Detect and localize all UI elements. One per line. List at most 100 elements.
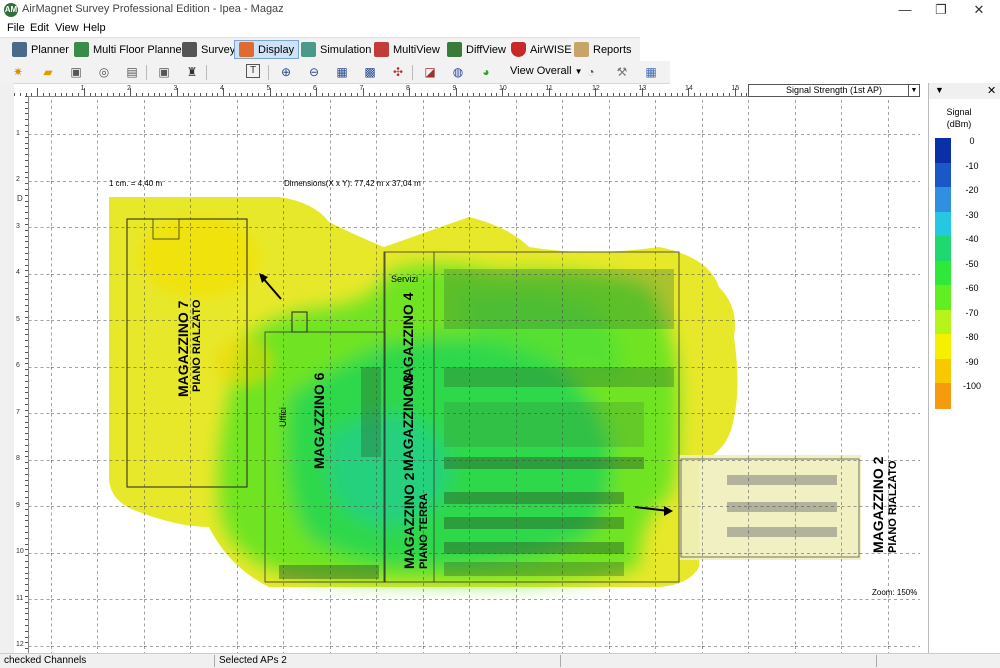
ruler-tick xyxy=(293,93,294,96)
ruler-tick xyxy=(682,93,684,96)
ruler-tick xyxy=(386,93,387,96)
multi-floor-icon xyxy=(74,42,89,57)
simulation-icon xyxy=(301,42,316,57)
ruler-tick xyxy=(717,93,719,96)
status-divider xyxy=(560,655,561,667)
ruler-tick xyxy=(25,136,28,138)
survey-button[interactable]: Survey xyxy=(178,40,239,59)
ruler-icon[interactable]: ◪ xyxy=(422,64,438,80)
ruler-tick xyxy=(234,93,236,96)
legend-label: 0 xyxy=(969,136,975,146)
ruler-tick xyxy=(624,93,626,96)
ruler-tick xyxy=(728,93,730,96)
ruler-tick xyxy=(391,93,393,96)
print-icon[interactable]: ▤ xyxy=(124,64,140,80)
ap-icon[interactable]: ◕ xyxy=(478,64,494,80)
zoom-fit-icon[interactable]: ▦ xyxy=(334,64,350,80)
ruler-tick xyxy=(25,636,28,638)
ruler-tick xyxy=(566,93,568,96)
menu-edit[interactable]: Edit xyxy=(30,22,49,34)
floorplan-canvas[interactable]: 1 cm. = 4,40 m Dimensions(X x Y): 77,42 … xyxy=(29,97,920,653)
airwise-label: AirWISE xyxy=(530,43,572,56)
ruler-tick xyxy=(374,93,376,96)
ruler-tick xyxy=(25,165,28,167)
zoom-in-icon[interactable]: ⊕ xyxy=(278,64,294,80)
ruler-tick xyxy=(136,93,138,96)
close-icon[interactable]: ✕ xyxy=(960,0,998,20)
menu-help[interactable]: Help xyxy=(83,22,106,34)
target-icon[interactable]: ◎ xyxy=(96,64,112,80)
ruler-tick xyxy=(508,93,510,96)
open-folder-icon[interactable]: ▰ xyxy=(40,64,56,80)
planner-button[interactable]: Planner xyxy=(8,40,73,59)
globe-icon[interactable]: ◍ xyxy=(450,64,466,80)
ruler-label: 9 xyxy=(16,501,20,509)
ruler-label: 15 xyxy=(731,85,740,92)
ruler-tick xyxy=(25,502,28,504)
ruler-tick xyxy=(589,93,591,96)
ruler-tick xyxy=(25,241,28,243)
heatmap-type-dropdown[interactable]: Signal Strength (1st AP) ▼ xyxy=(748,84,920,97)
menu-view[interactable]: View xyxy=(55,22,79,34)
chevron-down-icon: ▼ xyxy=(574,67,583,76)
ruler-tick xyxy=(95,93,97,96)
ruler-label: 9 xyxy=(452,85,457,92)
toolbar-divider xyxy=(146,65,147,80)
legend-label: -90 xyxy=(965,356,979,367)
ruler-tick xyxy=(77,93,79,96)
ruler-tick xyxy=(89,93,91,96)
ruler-tick xyxy=(25,572,28,574)
ruler-tick xyxy=(25,264,28,266)
move-icon[interactable]: ✣ xyxy=(390,64,406,80)
tools-icon[interactable]: ⚒ xyxy=(614,64,630,80)
display-button[interactable]: Display xyxy=(234,40,300,59)
selected-aps-status: Selected APs 2 xyxy=(219,655,287,666)
ruler-tick xyxy=(25,526,28,528)
ruler-tick xyxy=(25,363,28,365)
multi-floor-planner-button[interactable]: Multi Floor Planner xyxy=(70,40,189,59)
zoom-out-icon[interactable]: ⊖ xyxy=(306,64,322,80)
zoom-area-icon[interactable]: ▩ xyxy=(362,64,378,80)
legend-label: -10 xyxy=(965,160,979,171)
reports-button[interactable]: Reports xyxy=(570,40,636,59)
ruler-tick xyxy=(25,468,28,469)
save-icon[interactable]: ▣ xyxy=(68,64,84,80)
ruler-tick xyxy=(159,93,161,96)
multiview-button[interactable]: MultiView xyxy=(370,40,444,59)
zoom-label: Zoom: 150% xyxy=(872,588,918,597)
gauge-icon[interactable]: ◔ xyxy=(583,64,599,80)
ruler-tick xyxy=(676,93,678,96)
ruler-tick xyxy=(246,93,248,96)
ruler-marker[interactable]: D xyxy=(17,194,23,203)
wand-icon[interactable]: ✷ xyxy=(10,64,26,80)
scale-label: 1 cm. = 4,40 m xyxy=(109,179,163,188)
ruler-tick xyxy=(72,93,74,96)
planner-label: Planner xyxy=(31,43,69,56)
checked-channels-status: checked Channels xyxy=(4,655,87,666)
simulation-button[interactable]: Simulation xyxy=(297,40,375,59)
floppy-icon[interactable]: ▣ xyxy=(156,64,172,80)
ruler-tick xyxy=(380,93,382,96)
airwise-shield-icon xyxy=(511,42,526,57)
view-overall-dropdown[interactable]: View Overall ▼ xyxy=(510,65,583,77)
ruler-tick xyxy=(25,101,28,103)
text-tool-icon[interactable]: T xyxy=(246,64,260,78)
calculator-icon[interactable]: ▦ xyxy=(643,64,659,80)
menu-file[interactable]: File xyxy=(7,22,25,34)
minimize-icon[interactable]: — xyxy=(886,0,924,20)
airwise-button[interactable]: AirWISE xyxy=(507,40,576,59)
ruler-tick xyxy=(25,648,28,650)
diffview-button[interactable]: DiffView xyxy=(443,40,510,59)
reports-label: Reports xyxy=(593,43,632,56)
ruler-tick xyxy=(449,93,451,96)
ruler-tick xyxy=(205,93,207,96)
ruler-tick xyxy=(327,93,329,96)
legend-labels: 0 -10 -20 -30 -40 -50 -60 -70 -80 -90 -100 xyxy=(929,83,1000,483)
walker-icon[interactable]: ♜ xyxy=(184,64,200,80)
ruler-tick xyxy=(25,340,28,342)
ruler-tick xyxy=(25,316,28,318)
ruler-tick xyxy=(635,93,637,96)
ruler-tick xyxy=(531,93,533,96)
maximize-icon[interactable]: ❐ xyxy=(922,0,960,20)
ruler-tick xyxy=(647,93,649,96)
